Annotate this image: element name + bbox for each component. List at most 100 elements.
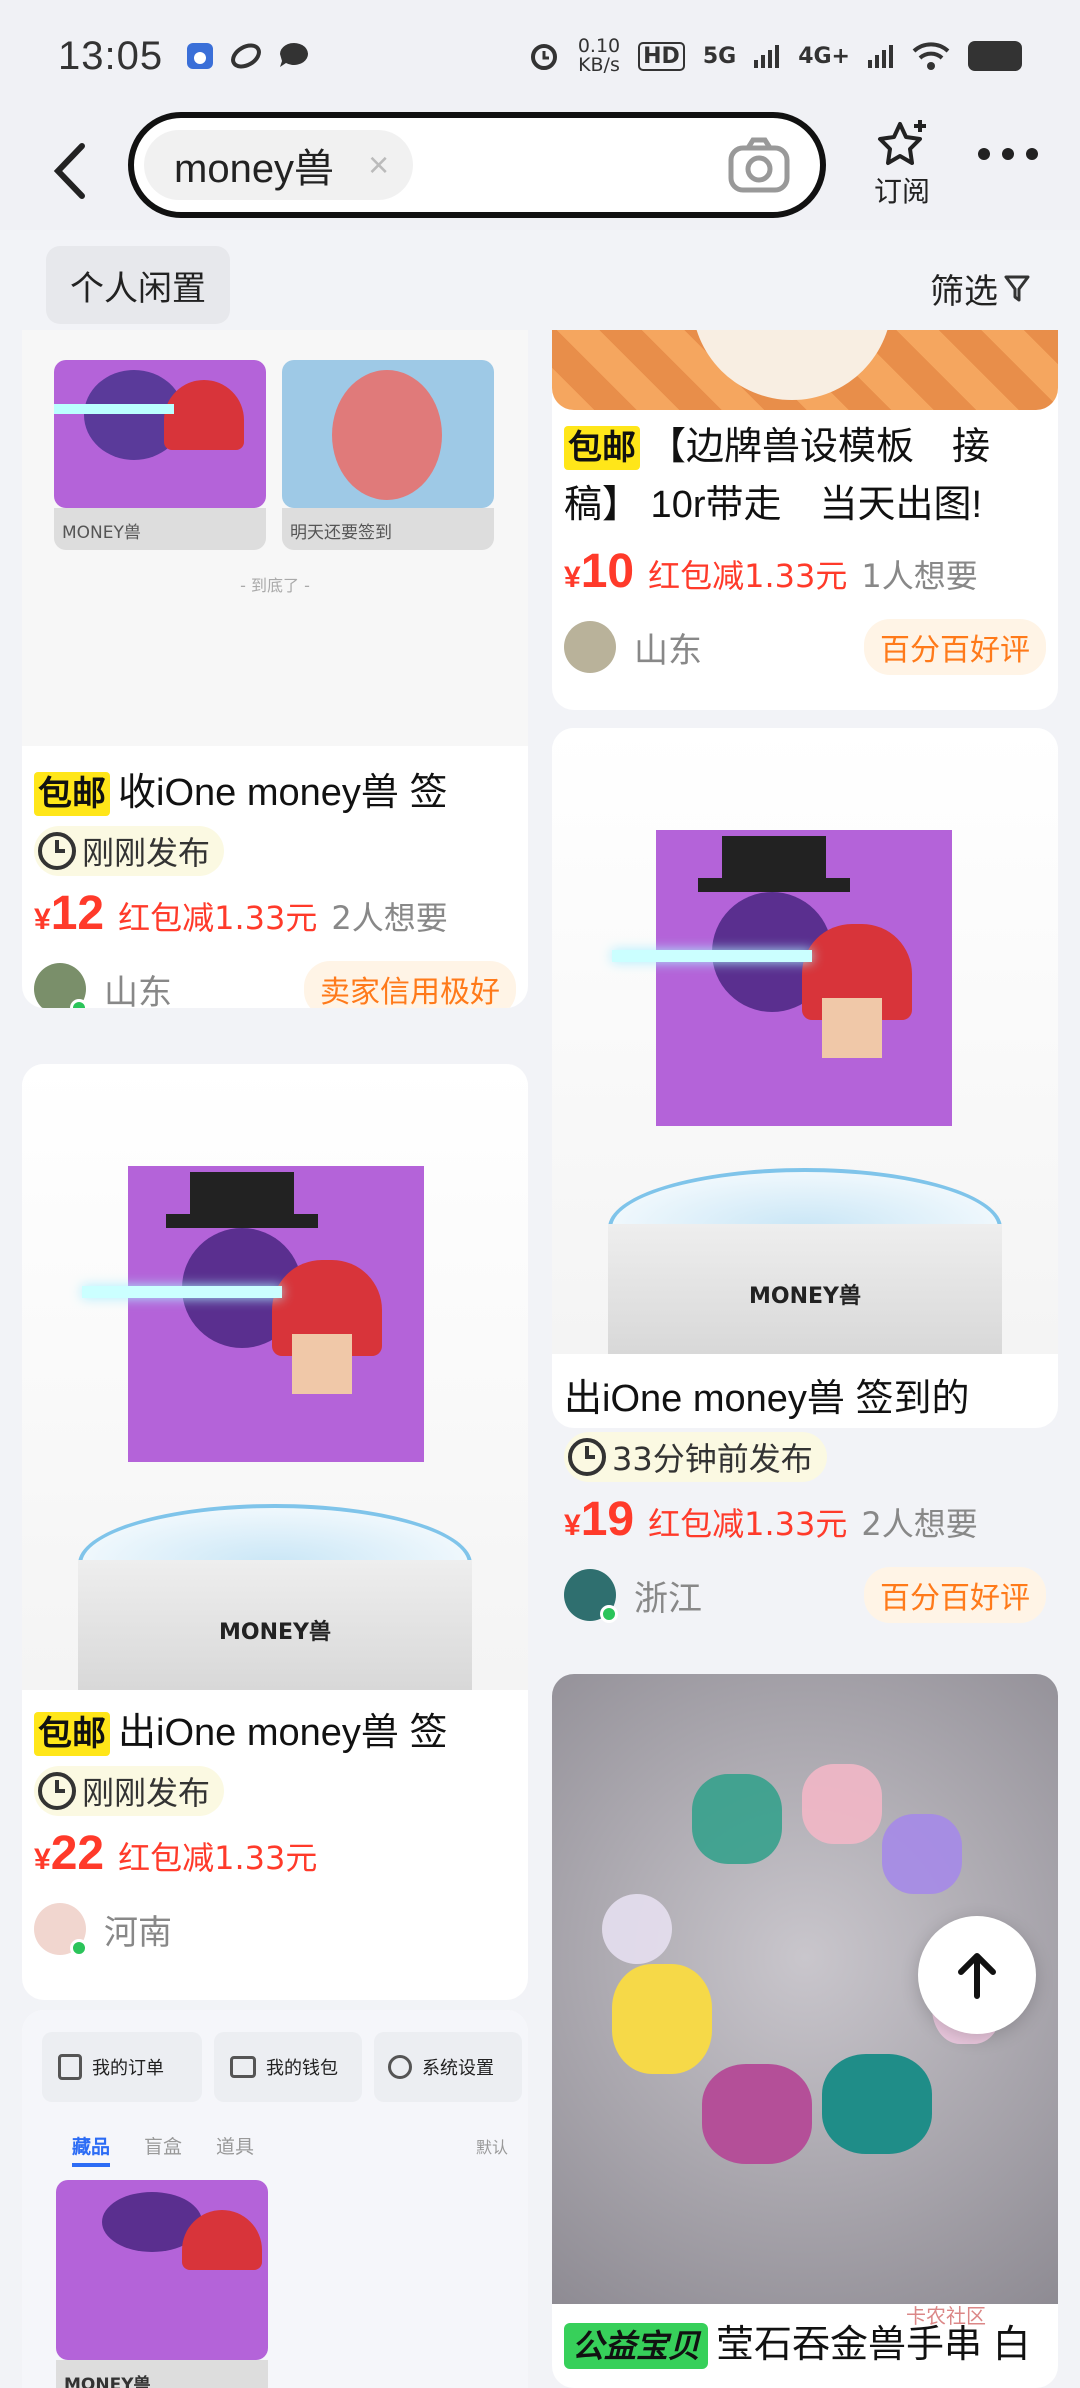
- camera-search-button[interactable]: [728, 136, 790, 198]
- status-bar: 13:05 0.10 KB/s HD 5G 4G+: [0, 0, 1080, 112]
- seller-rating-badge: 卖家信用极好: [304, 961, 516, 1008]
- signal-bars-icon: [754, 45, 780, 68]
- thumb-end-text: - 到底了 -: [240, 576, 310, 595]
- signal-5g-icon: 5G: [702, 43, 737, 69]
- avatar: [564, 1569, 618, 1623]
- coupon-text: 红包减1.33元: [648, 557, 848, 595]
- hd-icon: HD: [638, 41, 685, 71]
- product-image-5: 我的订单 我的钱包 系统设置 藏品 盲盒 道具 默认 MONEY兽: [22, 2010, 528, 2388]
- price: ¥19: [564, 1493, 635, 1546]
- clock-icon: [568, 1438, 606, 1476]
- product-info-2: 包邮 出iOne money兽 签 刚刚发布 ¥22 红包减1.33元 河南: [22, 1704, 528, 1959]
- seller-rating-badge: 百分百好评: [864, 619, 1046, 675]
- avatar: [564, 621, 616, 673]
- nft-label: MONEY兽: [219, 1620, 331, 1645]
- product-card-1[interactable]: MONEY兽 明天还要签到 - 到底了 - 包邮 收iOne money兽 签 刚…: [22, 330, 528, 1008]
- scroll-to-top-button[interactable]: [918, 1916, 1036, 2034]
- seller-row[interactable]: 河南: [34, 1899, 516, 1959]
- clock-icon: [38, 832, 76, 870]
- alarm-icon: [530, 44, 557, 70]
- product-feed: MONEY兽 明天还要签到 - 到底了 - 包邮 收iOne money兽 签 刚…: [0, 330, 1080, 2388]
- watermark: 卡农社区: [906, 2304, 986, 2328]
- free-shipping-badge: 包邮: [34, 772, 110, 816]
- coupon-text: 红包减1.33元: [118, 899, 318, 937]
- status-right: 0.10 KB/s HD 5G 4G+: [528, 37, 1022, 75]
- product-image-2: MONEY兽: [22, 1064, 528, 1690]
- personal-idle-tag[interactable]: 个人闲置: [46, 246, 230, 324]
- notification-icons: [185, 41, 311, 71]
- price: ¥10: [564, 545, 635, 598]
- product-card-3[interactable]: 包邮 【边牌兽设模板 接稿】 10r带走 当天出图! ¥10 红包减1.33元 1…: [552, 330, 1058, 710]
- price-row: ¥19 红包减1.33元 2人想要: [564, 1492, 1046, 1547]
- search-input[interactable]: money兽 ×: [128, 112, 826, 218]
- avatar: [34, 963, 88, 1008]
- price: ¥12: [34, 887, 105, 940]
- product-card-5[interactable]: 我的订单 我的钱包 系统设置 藏品 盲盒 道具 默认 MONEY兽: [22, 2010, 528, 2388]
- filter-button[interactable]: 筛选: [930, 264, 1030, 313]
- filter-label: 筛选: [930, 272, 998, 312]
- search-query-chip[interactable]: money兽 ×: [144, 130, 414, 200]
- product-card-4[interactable]: MONEY兽: [552, 728, 1058, 1428]
- star-plus-icon: [878, 120, 926, 165]
- product-image-3: [552, 330, 1058, 410]
- price-row: ¥22 红包减1.33元: [34, 1826, 516, 1881]
- search-query-text: money兽: [174, 147, 335, 191]
- clock-icon: [38, 1772, 76, 1810]
- seller-row[interactable]: 浙江 百分百好评: [564, 1565, 1046, 1625]
- nft-label: MONEY兽: [749, 1284, 861, 1309]
- publish-time: 刚刚发布: [34, 826, 225, 876]
- network-speed: 0.10 KB/s: [577, 35, 621, 76]
- publish-time: 刚刚发布: [34, 1766, 225, 1816]
- menu-orders: 我的订单: [42, 2032, 202, 2102]
- arrow-up-icon: [958, 1953, 996, 1999]
- subscribe-label: 订阅: [873, 175, 930, 208]
- product-title: 包邮 出iOne money兽 签: [34, 1704, 516, 1762]
- seller-region: 山东: [104, 972, 172, 1009]
- search-header: money兽 × 订阅: [0, 112, 1080, 230]
- seller-row[interactable]: 山东 卖家信用极好: [34, 959, 516, 1008]
- seller-row[interactable]: 山东 百分百好评: [564, 617, 1046, 677]
- product-card-2[interactable]: MONEY兽 包邮 出iOne money兽 签 刚刚发布 ¥22 红包减1.33…: [22, 1064, 528, 2000]
- wants-count: 1人想要: [861, 557, 978, 595]
- product-image-1: MONEY兽 明天还要签到 - 到底了 -: [22, 330, 528, 746]
- product-title: 包邮 收iOne money兽 签: [34, 764, 516, 822]
- wants-count: 2人想要: [861, 1505, 978, 1543]
- price-row: ¥12 红包减1.33元 2人想要: [34, 886, 516, 941]
- filter-bar: 个人闲置 筛选: [0, 230, 1080, 330]
- coupon-text: 红包减1.33元: [118, 1839, 318, 1877]
- link-icon: [231, 43, 262, 69]
- product-info-1: 包邮 收iOne money兽 签 刚刚发布 ¥12 红包减1.33元 2人想要 …: [22, 764, 528, 1008]
- thumb-label-c: MONEY兽: [56, 2360, 268, 2388]
- signal-4g-icon: 4G+: [798, 43, 850, 69]
- seller-region: 浙江: [634, 1578, 702, 1619]
- funnel-icon: [1004, 275, 1030, 301]
- avatar: [34, 1903, 88, 1957]
- status-time: 13:05: [58, 33, 164, 78]
- back-button[interactable]: [40, 141, 100, 201]
- sort-default: 默认: [475, 2138, 508, 2157]
- baidu-icon: [187, 43, 214, 69]
- publish-time: 33分钟前发布: [564, 1432, 827, 1482]
- chevron-left-icon: [53, 143, 85, 199]
- price-row: ¥10 红包减1.33元 1人想要: [564, 544, 1046, 599]
- clear-query-icon[interactable]: ×: [368, 144, 389, 186]
- wants-count: 2人想要: [331, 899, 448, 937]
- thumb-label-a: MONEY兽: [54, 508, 266, 550]
- subscribe-button[interactable]: 订阅: [866, 118, 938, 210]
- thumb-label-b: 明天还要签到: [282, 508, 494, 550]
- product-info-4[interactable]: 出iOne money兽 签到的 33分钟前发布 ¥19 红包减1.33元 2人…: [552, 1370, 1058, 1625]
- more-options-button[interactable]: [978, 148, 1038, 160]
- tab-props: 道具: [216, 2136, 255, 2158]
- product-info-3: 包邮 【边牌兽设模板 接稿】 10r带走 当天出图! ¥10 红包减1.33元 1…: [552, 418, 1058, 677]
- wifi-icon: [912, 42, 950, 70]
- seller-region: 河南: [104, 1912, 172, 1953]
- battery-icon: [968, 41, 1022, 71]
- chat-icon: [280, 42, 309, 67]
- product-title: 包邮 【边牌兽设模板 接稿】 10r带走 当天出图!: [564, 426, 991, 526]
- tab-collection: 藏品: [72, 2132, 111, 2167]
- product-image-4: MONEY兽: [552, 728, 1058, 1354]
- free-shipping-badge: 包邮: [34, 1712, 110, 1756]
- camera-icon: [728, 137, 790, 193]
- seller-region: 山东: [634, 630, 702, 671]
- seller-rating-badge: 百分百好评: [864, 1567, 1046, 1623]
